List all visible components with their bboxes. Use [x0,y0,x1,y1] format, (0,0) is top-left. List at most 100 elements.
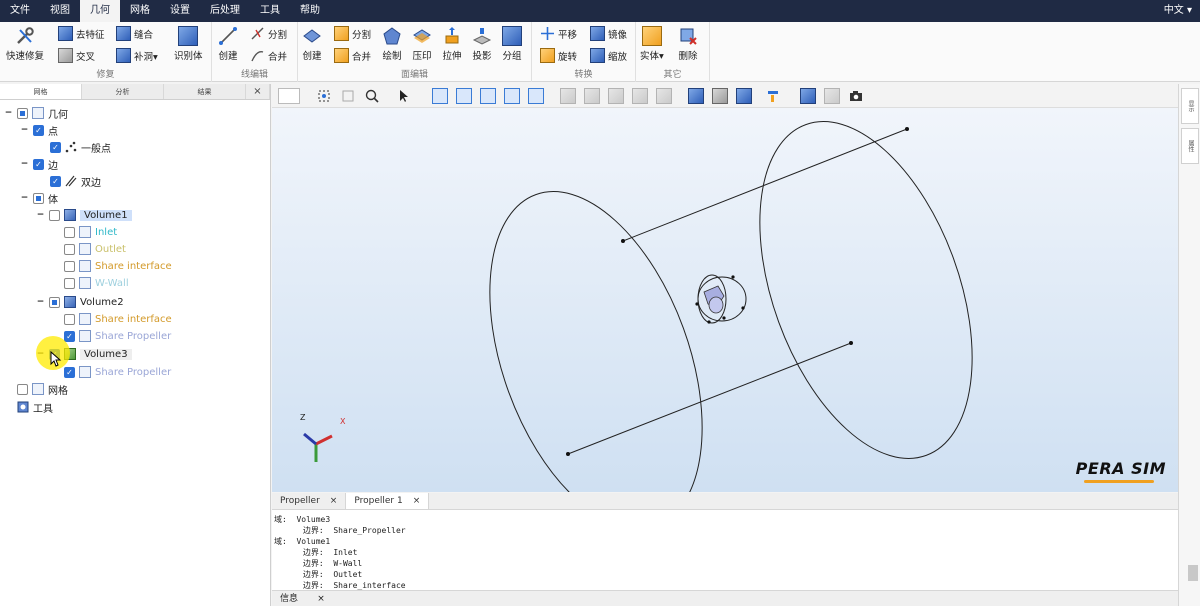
tree-item-general-point[interactable]: ✓ 一般点 [50,139,111,155]
face-split-button[interactable]: 分割 [334,26,371,41]
imprint-button[interactable]: 压印 [412,26,432,62]
tab-info[interactable]: 信息 [272,594,306,604]
tree-checkbox[interactable]: ✓ [64,366,75,378]
translate-button[interactable]: 平移 [540,26,577,41]
zoom-box-icon[interactable] [340,88,356,104]
mirror-button[interactable]: 镜像 [590,26,627,41]
multi-view-icon[interactable] [736,88,752,104]
collapse-icon[interactable]: − [4,108,13,118]
select-pointer-icon[interactable] [396,88,412,104]
mesh-view-icon[interactable] [800,88,816,104]
collapse-icon[interactable]: − [20,125,29,135]
tree-checkbox[interactable] [64,243,75,255]
tree-item-tools[interactable]: 工具 [17,399,53,415]
color-mode-icon[interactable] [766,88,782,104]
close-panel-button[interactable]: × [246,84,270,99]
menu-settings[interactable]: 设置 [160,0,200,22]
tree-checkbox[interactable] [17,107,28,119]
menu-tools[interactable]: 工具 [250,0,290,22]
line-merge-button[interactable]: 合并 [250,48,287,63]
remove-feature-button[interactable]: 去特征 [58,26,105,41]
tree-item-outlet[interactable]: Outlet [64,241,126,257]
camera-icon[interactable] [848,88,864,104]
transparency-icon[interactable] [824,88,840,104]
tree-checkbox[interactable] [64,277,75,289]
draw-button[interactable]: 绘制 [382,26,402,62]
zoom-fit-icon[interactable] [316,88,332,104]
tree-item-share-propeller-3[interactable]: ✓ Share Propeller [64,364,171,380]
tree-checkbox[interactable] [17,383,28,395]
solid-button[interactable]: 实体▾ [640,26,664,62]
face-merge-button[interactable]: 合并 [334,48,371,63]
project-button[interactable]: 投影 [472,26,492,62]
tree-item-inlet[interactable]: Inlet [64,224,117,240]
view-left-icon[interactable] [608,88,624,104]
tab-propeller-1[interactable]: Propeller 1 × [346,493,430,509]
view-right-icon[interactable] [632,88,648,104]
console-scrollbar[interactable] [1188,565,1198,581]
language-selector[interactable]: 中文 ▾ [1164,0,1192,22]
collapse-icon[interactable]: − [20,159,29,169]
line-create-button[interactable]: 创建 [218,26,238,62]
tree-checkbox[interactable] [33,192,44,204]
scale-button[interactable]: 缩放 [590,48,627,63]
tree-item-points[interactable]: − ✓ 点 [20,122,58,138]
select-body-icon[interactable] [432,88,448,104]
close-icon[interactable]: × [309,594,333,604]
side-tab-properties[interactable]: 属性 [1181,128,1199,164]
tree-item-volume1[interactable]: − Volume1 [36,207,132,223]
tree-checkbox[interactable] [64,313,75,325]
identify-body-button[interactable]: 识别体 [174,26,203,62]
close-icon[interactable]: × [330,493,338,509]
face-create-button[interactable]: 创建 [302,26,322,62]
stitch-button[interactable]: 缝合 [116,26,153,41]
tree-checkbox[interactable]: ✓ [64,330,75,342]
select-edge-icon[interactable] [480,88,496,104]
collapse-icon[interactable]: − [20,193,29,203]
tree-item-geometry[interactable]: − 几何 [4,105,68,121]
tree-item-bodies[interactable]: − 体 [20,190,58,206]
tree-checkbox[interactable]: ✓ [50,141,61,153]
close-icon[interactable]: × [413,493,421,509]
menu-help[interactable]: 帮助 [290,0,330,22]
tab-analysis[interactable]: 分析 [82,84,164,99]
shaded-view-icon[interactable] [688,88,704,104]
tree-item-share-interface-2[interactable]: Share interface [64,311,172,327]
extrude-button[interactable]: 拉伸 [442,26,462,62]
tab-propeller[interactable]: Propeller × [272,493,347,509]
view-front-icon[interactable] [560,88,576,104]
menu-postprocess[interactable]: 后处理 [200,0,250,22]
fill-hole-button[interactable]: 补洞▾ [116,48,158,63]
menu-geometry[interactable]: 几何 [80,0,120,22]
view-mode-dropdown[interactable] [278,88,300,104]
tree-checkbox[interactable] [64,226,75,238]
side-tab-display[interactable]: 显示 [1181,88,1199,124]
tree-checkbox[interactable]: ✓ [50,175,61,187]
select-face-icon[interactable] [456,88,472,104]
select-point-icon[interactable] [504,88,520,104]
menu-file[interactable]: 文件 [0,0,40,22]
line-split-button[interactable]: 分割 [250,26,287,41]
view-top-icon[interactable] [656,88,672,104]
collapse-icon[interactable]: − [36,210,45,220]
3d-viewport[interactable]: Z X PERA SIM [272,108,1178,492]
select-all-icon[interactable] [528,88,544,104]
tab-results[interactable]: 结果 [164,84,246,99]
menu-mesh[interactable]: 网格 [120,0,160,22]
tree-checkbox[interactable] [64,260,75,272]
zoom-icon[interactable] [364,88,380,104]
tree-checkbox[interactable] [49,209,60,221]
quick-repair-button[interactable]: 快速修复 [6,26,44,62]
tree-item-w-wall[interactable]: W-Wall [64,275,129,291]
tree-item-share-propeller-2[interactable]: ✓ Share Propeller [64,328,171,344]
tree-checkbox[interactable]: ✓ [33,124,44,136]
collapse-icon[interactable]: − [36,297,45,307]
tree-checkbox[interactable]: ✓ [33,158,44,170]
tree-item-volume2[interactable]: − Volume2 [36,294,124,310]
tab-mesh[interactable]: 网格 [0,84,82,99]
intersect-button[interactable]: 交叉 [58,48,95,63]
tree-item-share-interface-1[interactable]: Share interface [64,258,172,274]
delete-button[interactable]: 删除 [678,26,698,62]
view-back-icon[interactable] [584,88,600,104]
tree-item-edges[interactable]: − ✓ 边 [20,156,58,172]
